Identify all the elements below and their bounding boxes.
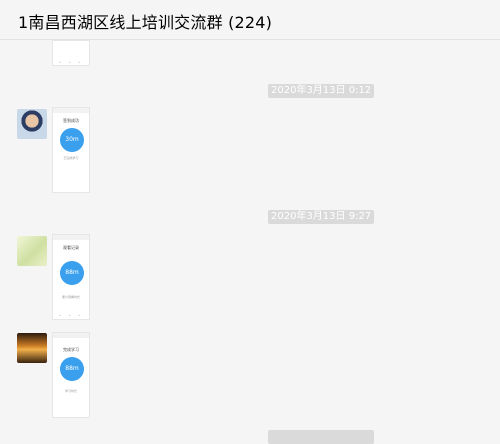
avatar[interactable] <box>17 109 47 139</box>
phone-title: 观看记录 <box>63 245 79 250</box>
timestamp: 2020年3月13日 0:12 <box>268 84 375 98</box>
phone-caption: 累计观看时长 <box>61 295 80 299</box>
progress-circle: 30m <box>60 128 84 152</box>
phone-title: 签到成功 <box>63 118 79 123</box>
timestamp-partial <box>268 430 374 444</box>
chat-header: 1南昌西湖区线上培训交流群 (224) <box>0 0 500 40</box>
timestamp: 2020年3月13日 9:27 <box>268 210 375 224</box>
chat-title: 1南昌西湖区线上培训交流群 (224) <box>18 13 273 32</box>
avatar[interactable] <box>17 236 47 266</box>
phone-caption: 学习时长 <box>64 389 77 393</box>
image-message[interactable]: 完成学习 88m 学习时长 <box>52 332 90 418</box>
image-message-partial[interactable]: • • • <box>52 40 90 66</box>
phone-nav-dots: • • • <box>58 60 84 65</box>
phone-status-bar <box>53 108 89 113</box>
image-message[interactable]: 签到成功 30m 已完成学习 <box>52 107 90 193</box>
progress-circle: 88m <box>60 261 84 285</box>
phone-caption: 已完成学习 <box>63 156 79 160</box>
phone-title: 完成学习 <box>63 347 79 352</box>
progress-circle: 88m <box>60 357 84 381</box>
phone-nav-dots: • • • <box>58 313 84 318</box>
phone-status-bar <box>53 333 89 338</box>
phone-status-bar <box>53 235 89 240</box>
avatar[interactable] <box>17 333 47 363</box>
image-message[interactable]: 观看记录 88m 累计观看时长 • • • <box>52 234 90 320</box>
